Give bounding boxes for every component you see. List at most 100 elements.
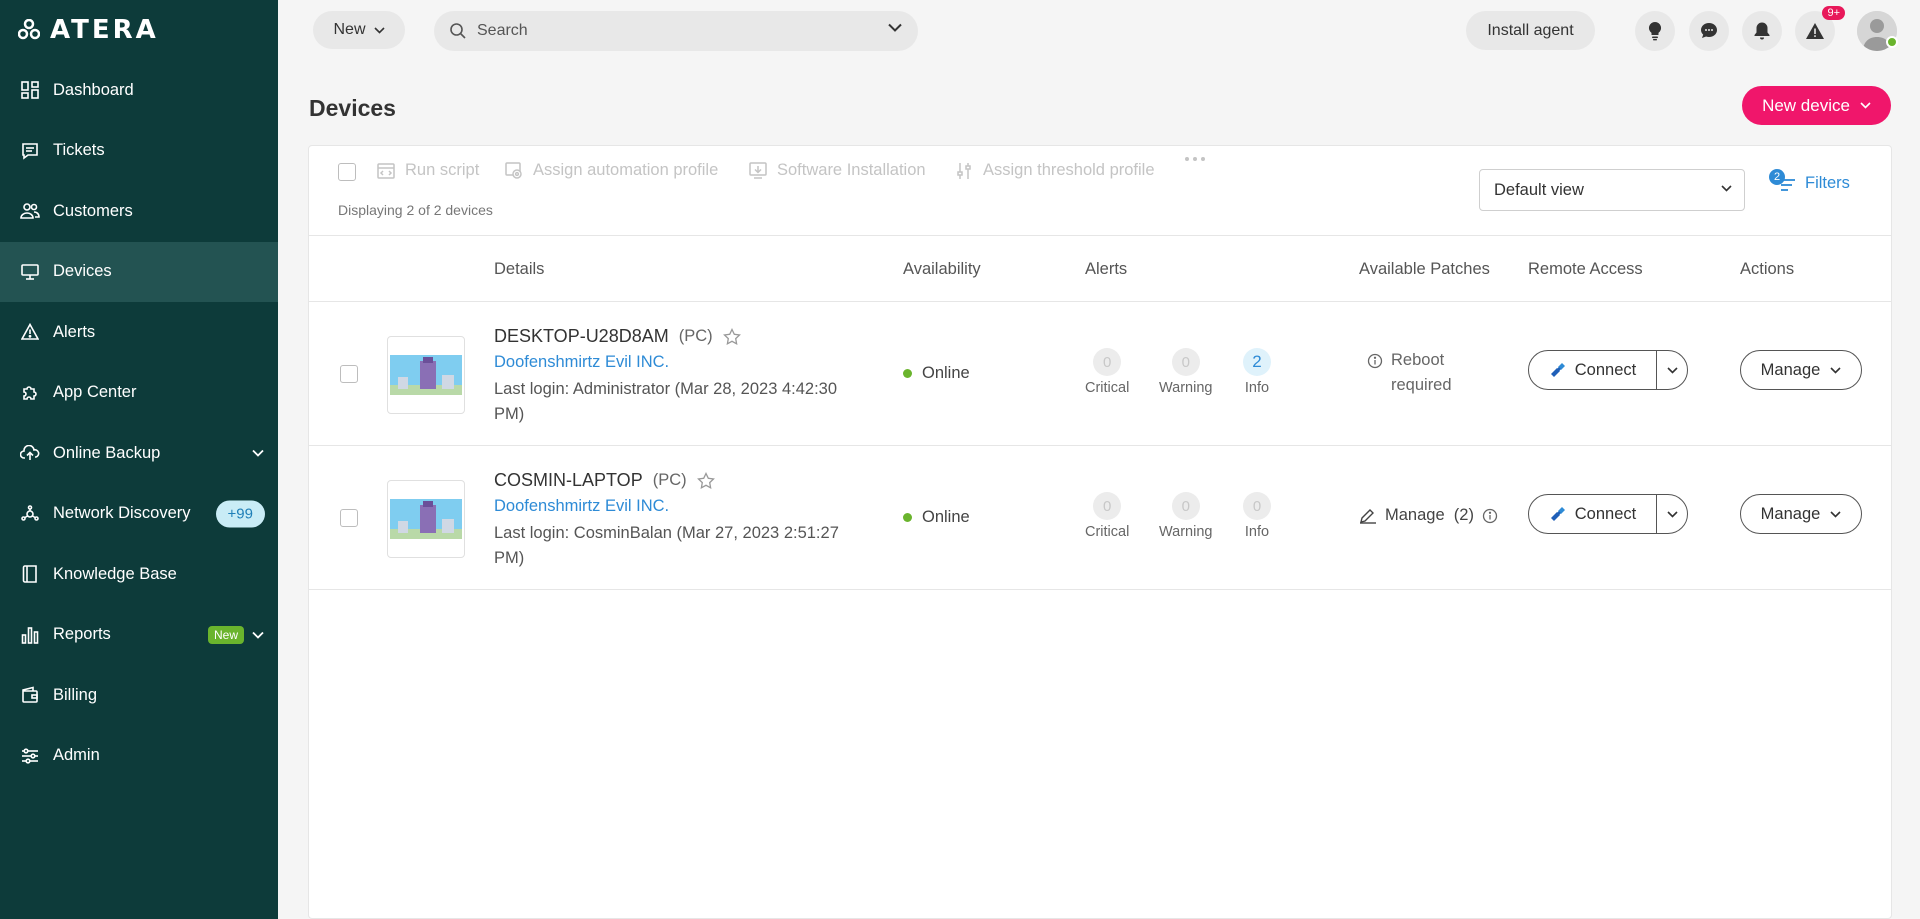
critical-alerts[interactable]: 0 Critical	[1085, 492, 1129, 540]
sidebar-item-billing[interactable]: Billing	[0, 665, 278, 726]
warning-alerts[interactable]: 0 Warning	[1159, 492, 1212, 540]
connect-dropdown-button[interactable]	[1657, 495, 1687, 533]
chevron-down-icon[interactable]	[252, 444, 264, 462]
chevron-down-icon	[1830, 510, 1841, 518]
sidebar-item-devices[interactable]: Devices	[0, 241, 278, 302]
assign-automation-profile-action[interactable]: Assign automation profile	[505, 161, 718, 180]
view-select[interactable]: Default view	[1479, 169, 1745, 211]
column-header-availability[interactable]: Availability	[903, 260, 981, 279]
alerts-button[interactable]: 9+	[1795, 6, 1845, 51]
warning-count: 0	[1171, 492, 1200, 520]
atera-logo[interactable]: ATERA	[18, 15, 159, 45]
info-count: 0	[1243, 492, 1271, 520]
star-icon[interactable]	[722, 327, 741, 346]
manage-patches-link[interactable]: Manage (2)	[1359, 506, 1498, 525]
lightbulb-button[interactable]	[1635, 11, 1675, 51]
splashtop-icon	[1550, 507, 1565, 521]
notifications-button[interactable]	[1742, 11, 1782, 51]
filter-icon: 2	[1769, 169, 1797, 193]
more-actions-button[interactable]	[1184, 156, 1206, 162]
network-discovery-badge: +99	[215, 500, 265, 528]
global-search[interactable]	[434, 11, 918, 51]
filters-button[interactable]: 2 Filters	[1769, 169, 1850, 193]
patch-status: Reboot required	[1367, 348, 1461, 398]
sidebar-item-tickets[interactable]: Tickets	[0, 121, 278, 182]
star-icon[interactable]	[696, 471, 715, 490]
sidebar-item-dashboard[interactable]: Dashboard	[0, 60, 278, 121]
chevron-down-icon	[1666, 510, 1678, 518]
software-installation-action[interactable]: Software Installation	[749, 161, 926, 180]
sidebar-item-alerts[interactable]: Alerts	[0, 302, 278, 363]
column-header-remote-access[interactable]: Remote Access	[1528, 260, 1643, 279]
chevron-down-icon[interactable]	[252, 626, 264, 644]
info-alerts[interactable]: 0 Info	[1243, 492, 1271, 540]
sidebar-item-label: Dashboard	[53, 80, 134, 99]
download-icon	[749, 161, 767, 179]
network-icon	[20, 504, 40, 524]
search-input[interactable]	[477, 22, 857, 40]
info-count: 2	[1243, 348, 1271, 376]
customer-link[interactable]: Doofenshmirtz Evil INC.	[494, 353, 669, 372]
table-row[interactable]: COSMIN-LAPTOP (PC) Doofenshmirtz Evil IN…	[309, 446, 1891, 590]
cloud-upload-icon	[20, 443, 40, 463]
displaying-count: Displaying 2 of 2 devices	[338, 202, 493, 218]
sidebar-item-label: Admin	[53, 746, 100, 765]
patch-status-text: Reboot required	[1391, 351, 1452, 394]
chat-icon	[1701, 23, 1717, 38]
column-header-actions[interactable]: Actions	[1740, 260, 1794, 279]
view-select-value: Default view	[1494, 180, 1584, 199]
filters-count-badge: 2	[1769, 169, 1785, 185]
connect-label: Connect	[1574, 504, 1637, 523]
sidebar-item-admin[interactable]: Admin	[0, 726, 278, 787]
column-header-alerts[interactable]: Alerts	[1085, 260, 1127, 279]
column-header-details[interactable]: Details	[494, 260, 544, 279]
chat-button[interactable]	[1689, 11, 1729, 51]
device-name[interactable]: DESKTOP-U28D8AM (PC)	[494, 326, 741, 347]
critical-count: 0	[1093, 348, 1122, 376]
connect-button[interactable]: Connect	[1529, 351, 1657, 389]
chevron-down-icon[interactable]	[888, 23, 902, 32]
select-all-checkbox[interactable]	[338, 163, 356, 181]
sidebar: ATERA Dashboard Tickets Customers Device…	[0, 0, 278, 919]
sidebar-item-network-discovery[interactable]: Network Discovery +99	[0, 484, 278, 545]
warning-alerts[interactable]: 0 Warning	[1159, 348, 1212, 396]
assign-threshold-profile-action[interactable]: Assign threshold profile	[955, 161, 1155, 180]
row-checkbox[interactable]	[340, 509, 358, 527]
customers-icon	[20, 201, 40, 221]
run-script-action[interactable]: Run script	[377, 161, 479, 180]
device-name-text[interactable]: DESKTOP-U28D8AM	[494, 326, 669, 347]
new-button[interactable]: New	[313, 11, 405, 49]
critical-alerts[interactable]: 0 Critical	[1085, 348, 1129, 396]
sidebar-item-knowledge-base[interactable]: Knowledge Base	[0, 544, 278, 605]
connect-button[interactable]: Connect	[1529, 495, 1657, 533]
row-checkbox[interactable]	[340, 365, 358, 383]
manage-button[interactable]: Manage	[1740, 494, 1862, 534]
install-agent-button[interactable]: Install agent	[1466, 11, 1595, 50]
alerts-count-badge: 9+	[1822, 6, 1845, 20]
connect-dropdown-button[interactable]	[1657, 351, 1687, 389]
lightbulb-icon	[1648, 21, 1662, 41]
connect-split-button: Connect	[1528, 494, 1688, 534]
sidebar-item-customers[interactable]: Customers	[0, 181, 278, 242]
sidebar-item-reports[interactable]: Reports New	[0, 605, 278, 666]
manage-button[interactable]: Manage	[1740, 350, 1862, 390]
filters-label: Filters	[1805, 173, 1850, 192]
sidebar-item-online-backup[interactable]: Online Backup	[0, 423, 278, 484]
device-name[interactable]: COSMIN-LAPTOP (PC)	[494, 470, 715, 491]
device-type: (PC)	[678, 327, 713, 345]
logo-mark-icon	[18, 19, 40, 40]
chevron-down-icon	[373, 26, 385, 34]
bell-icon	[1754, 22, 1770, 40]
new-device-button[interactable]: New device	[1742, 86, 1891, 125]
info-alerts[interactable]: 2 Info	[1243, 348, 1271, 396]
software-installation-label: Software Installation	[777, 161, 926, 179]
customer-link[interactable]: Doofenshmirtz Evil INC.	[494, 497, 669, 516]
device-name-text[interactable]: COSMIN-LAPTOP	[494, 470, 643, 491]
table-row[interactable]: DESKTOP-U28D8AM (PC) Doofenshmirtz Evil …	[309, 302, 1891, 446]
chevron-down-icon	[1860, 102, 1871, 109]
column-header-available-patches[interactable]: Available Patches	[1359, 260, 1490, 279]
info-circle-icon[interactable]	[1482, 508, 1498, 524]
sidebar-item-app-center[interactable]: App Center	[0, 363, 278, 424]
device-type: (PC)	[652, 471, 687, 489]
sidebar-item-label: Reports	[53, 625, 111, 644]
